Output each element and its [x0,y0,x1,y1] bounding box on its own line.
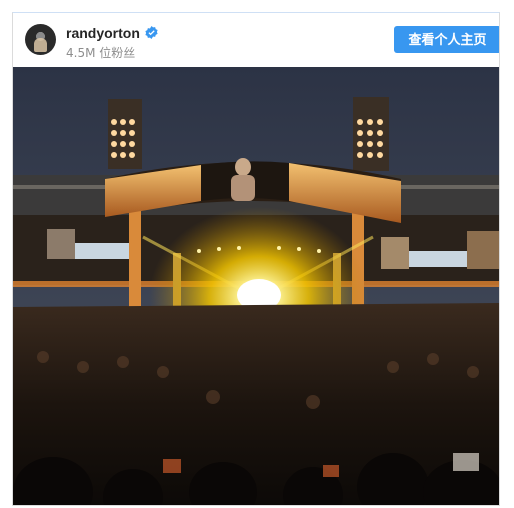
follower-count: 4.5M 位粉丝 [66,46,136,60]
view-profile-button[interactable]: 查看个人主页 [394,26,499,53]
verified-badge-icon [145,26,158,39]
post-card: randyorton 4.5M 位粉丝 查看个人主页 [12,12,500,506]
post-photo[interactable] [13,67,499,505]
avatar[interactable] [25,24,56,55]
concert-stage-photo [13,67,499,505]
post-header: randyorton 4.5M 位粉丝 查看个人主页 [13,13,499,67]
username-link[interactable]: randyorton [66,25,140,41]
